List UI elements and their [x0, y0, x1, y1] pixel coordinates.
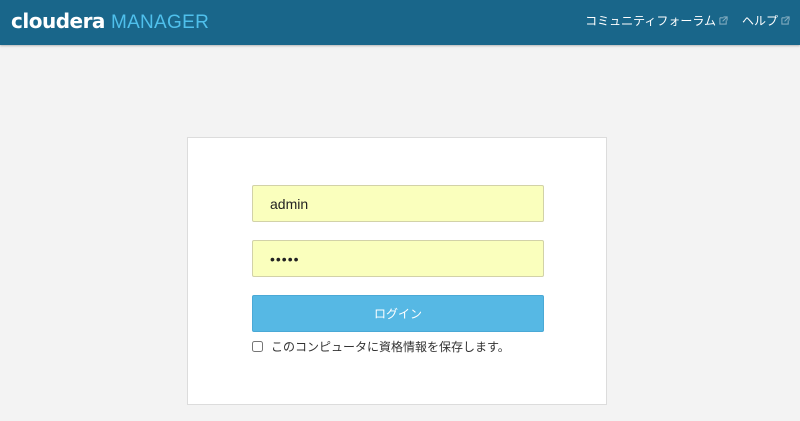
external-link-icon [781, 16, 790, 25]
brand-name: cloudera [11, 9, 105, 33]
top-navbar: cloudera MANAGER コミュニティフォーラム ヘルプ [0, 0, 800, 45]
login-button[interactable]: ログイン [252, 295, 544, 332]
help-label: ヘルプ [741, 14, 778, 28]
username-input[interactable] [252, 185, 544, 222]
cloudera-manager-logo[interactable]: cloudera MANAGER [11, 9, 209, 35]
login-panel: ログイン このコンピュータに資格情報を保存します。 [187, 137, 607, 405]
header-nav: コミュニティフォーラム ヘルプ [571, 12, 790, 29]
remember-me[interactable]: このコンピュータに資格情報を保存します。 [252, 338, 510, 355]
password-input[interactable] [252, 240, 544, 277]
community-forum-label: コミュニティフォーラム [585, 14, 716, 28]
remember-label: このコンピュータに資格情報を保存します。 [271, 340, 510, 354]
brand-product: MANAGER [110, 12, 210, 33]
external-link-icon [719, 16, 728, 25]
help-link[interactable]: ヘルプ [742, 12, 790, 29]
remember-checkbox[interactable] [252, 341, 263, 352]
community-forum-link[interactable]: コミュニティフォーラム [585, 12, 728, 29]
